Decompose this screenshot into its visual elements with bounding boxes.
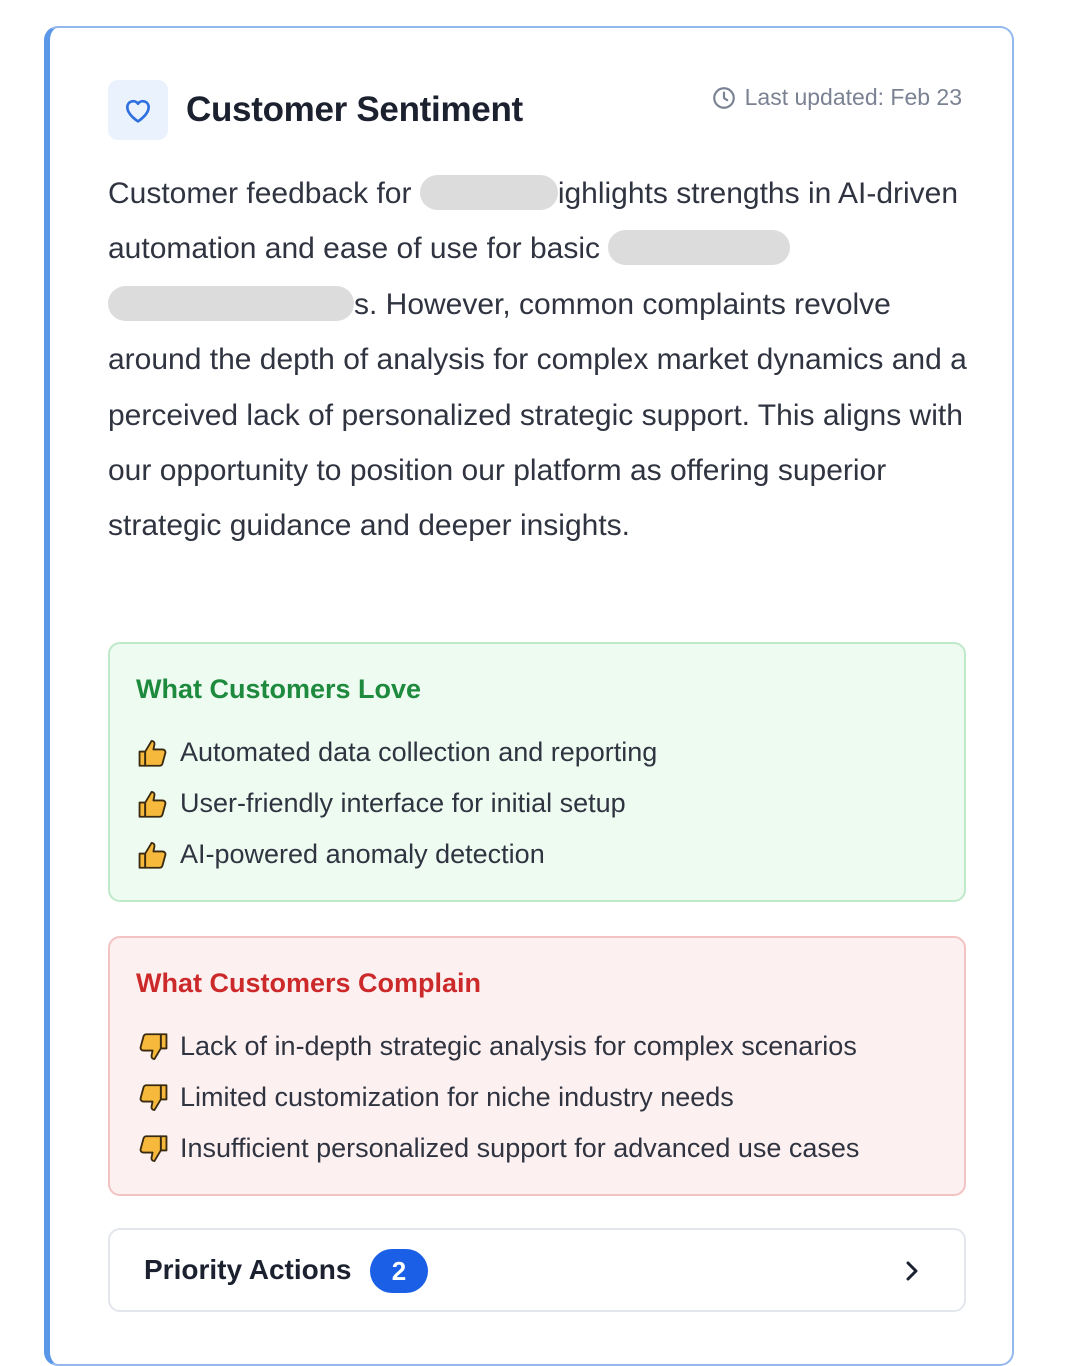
- chevron-right-icon[interactable]: [900, 1258, 924, 1284]
- list-item: Lack of in-depth strategic analysis for …: [136, 1021, 938, 1072]
- clock-icon: [712, 86, 735, 109]
- complain-item-text: Lack of in-depth strategic analysis for …: [180, 1031, 857, 1061]
- love-panel-title: What Customers Love: [136, 674, 422, 704]
- thumbs-down-icon: [139, 1032, 168, 1060]
- love-panel: What Customers Love Automated data colle…: [108, 642, 966, 902]
- heart-icon-badge: [108, 80, 168, 140]
- priority-count-badge: 2: [370, 1249, 428, 1293]
- redacted-text: [108, 285, 354, 321]
- thumbs-up-icon: [138, 841, 167, 869]
- thumbs-down-icon: [139, 1134, 168, 1162]
- heart-icon: [125, 99, 151, 123]
- complain-panel: What Customers Complain Lack of in-depth…: [108, 936, 966, 1196]
- complain-list: Lack of in-depth strategic analysis for …: [136, 1021, 938, 1174]
- love-item-text: User-friendly interface for initial setu…: [180, 788, 626, 818]
- customer-sentiment-card: Customer Sentiment Last updated: Feb 23 …: [44, 26, 1014, 1366]
- sentiment-summary: Customer feedback for ighlights strength…: [108, 166, 978, 554]
- list-item: User-friendly interface for initial setu…: [136, 778, 938, 829]
- thumbs-up-icon: [138, 790, 167, 818]
- thumbs-down-icon: [139, 1083, 168, 1111]
- complain-item-text: Insufficient personalized support for ad…: [180, 1133, 860, 1163]
- priority-actions-label: Priority Actions: [144, 1254, 352, 1285]
- list-item: Limited customization for niche industry…: [136, 1072, 938, 1123]
- complain-panel-title: What Customers Complain: [136, 968, 482, 998]
- card-title: Customer Sentiment: [186, 90, 523, 129]
- last-updated: Last updated: Feb 23: [711, 84, 962, 111]
- last-updated-text: Last updated: Feb 23: [744, 84, 962, 110]
- love-item-text: AI-powered anomaly detection: [180, 839, 545, 869]
- list-item: Insufficient personalized support for ad…: [136, 1123, 938, 1174]
- thumbs-up-icon: [138, 739, 167, 767]
- card-header: Customer Sentiment Last updated: Feb 23: [108, 80, 962, 140]
- complain-item-text: Limited customization for niche industry…: [180, 1082, 734, 1112]
- list-item: Automated data collection and reporting: [136, 727, 938, 778]
- summary-text-3: s. However, common complaints revolve ar…: [108, 287, 967, 543]
- priority-actions-row[interactable]: Priority Actions 2: [108, 1228, 966, 1312]
- redacted-text: [419, 175, 558, 210]
- love-list: Automated data collection and reporting …: [136, 727, 938, 880]
- list-item: AI-powered anomaly detection: [136, 829, 938, 880]
- redacted-text: [608, 230, 791, 266]
- love-item-text: Automated data collection and reporting: [180, 737, 658, 767]
- summary-text-1: Customer feedback for: [108, 177, 420, 210]
